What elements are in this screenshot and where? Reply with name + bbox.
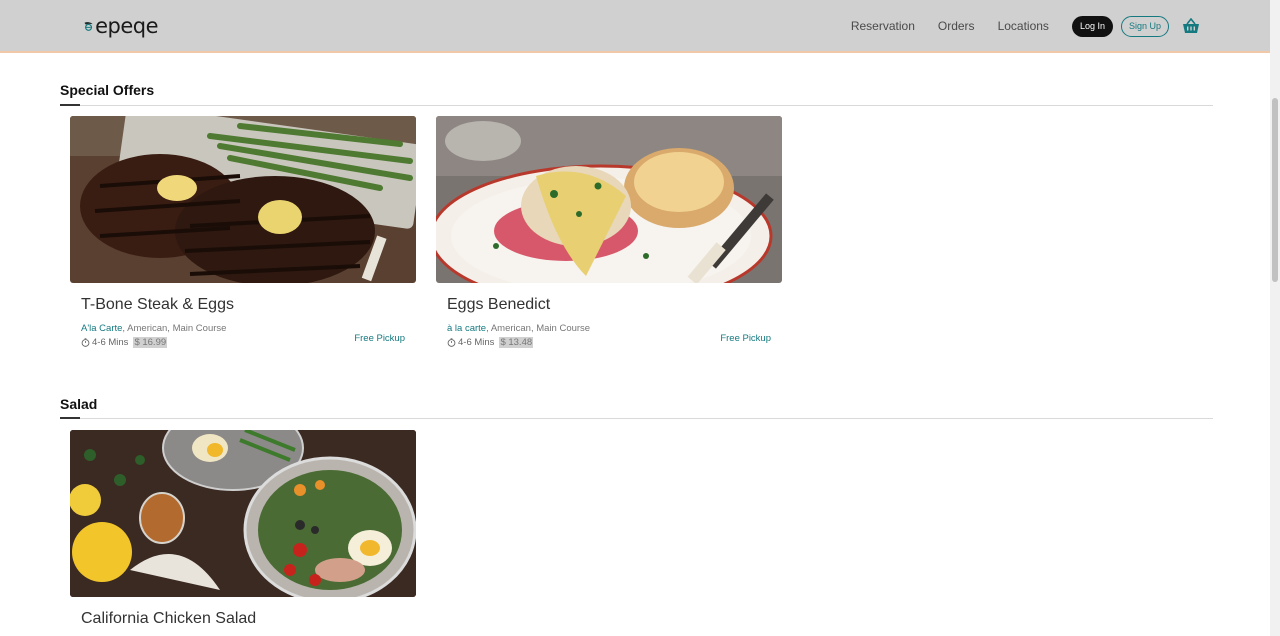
menu-card[interactable]: California Chicken Salad — [70, 430, 416, 628]
prep-time: 4-6 Mins — [92, 337, 129, 348]
category-tag[interactable]: à la carte — [447, 323, 486, 334]
nav-orders[interactable]: Orders — [938, 19, 975, 33]
clock-icon — [81, 338, 90, 347]
item-name[interactable]: Eggs Benedict — [447, 296, 782, 314]
cuisine-text: , American, Main Course — [122, 323, 227, 334]
menu-card[interactable]: Eggs Benedict à la carte, American, Main… — [436, 116, 782, 348]
section-divider — [60, 417, 1213, 419]
steak-photo — [70, 116, 416, 283]
item-name[interactable]: California Chicken Salad — [81, 610, 416, 628]
item-info-row: 4-6 Mins $ 16.99 Free Pickup — [81, 333, 416, 348]
item-info-row: 4-6 Mins $ 13.48 Free Pickup — [447, 333, 782, 348]
login-button[interactable]: Log In — [1071, 15, 1113, 37]
cuisine-text: , American, Main Course — [486, 323, 591, 334]
cart-basket-icon[interactable] — [1182, 18, 1200, 34]
item-price: $ 16.99 — [133, 337, 168, 348]
free-pickup-link[interactable]: Free Pickup — [720, 333, 771, 344]
clock-icon — [447, 338, 456, 347]
page-scrollbar[interactable] — [1270, 0, 1280, 636]
nav-reservation[interactable]: Reservation — [851, 19, 915, 33]
section-divider — [60, 104, 1213, 106]
salad-photo — [70, 430, 416, 597]
free-pickup-link[interactable]: Free Pickup — [354, 333, 405, 344]
eggs-benedict-photo — [436, 116, 782, 283]
logo-wordmark: epeqe — [95, 14, 158, 38]
item-name[interactable]: T-Bone Steak & Eggs — [81, 296, 416, 314]
main-nav: Reservation Orders Locations Log In Sign… — [851, 15, 1200, 37]
logo-leaf-icon — [84, 22, 93, 31]
category-tag[interactable]: A'la Carte — [81, 323, 122, 334]
top-header: epeqe Reservation Orders Locations Log I… — [0, 0, 1270, 53]
section-title-special-offers: Special Offers — [60, 82, 155, 98]
section-title-salad: Salad — [60, 396, 98, 412]
menu-card[interactable]: T-Bone Steak & Eggs A'la Carte, American… — [70, 116, 416, 348]
prep-time: 4-6 Mins — [458, 337, 495, 348]
item-price: $ 13.48 — [499, 337, 534, 348]
signup-button[interactable]: Sign Up — [1120, 15, 1169, 37]
nav-locations[interactable]: Locations — [998, 19, 1049, 33]
brand-logo[interactable]: epeqe — [84, 13, 158, 39]
scrollbar-thumb[interactable] — [1272, 98, 1278, 282]
